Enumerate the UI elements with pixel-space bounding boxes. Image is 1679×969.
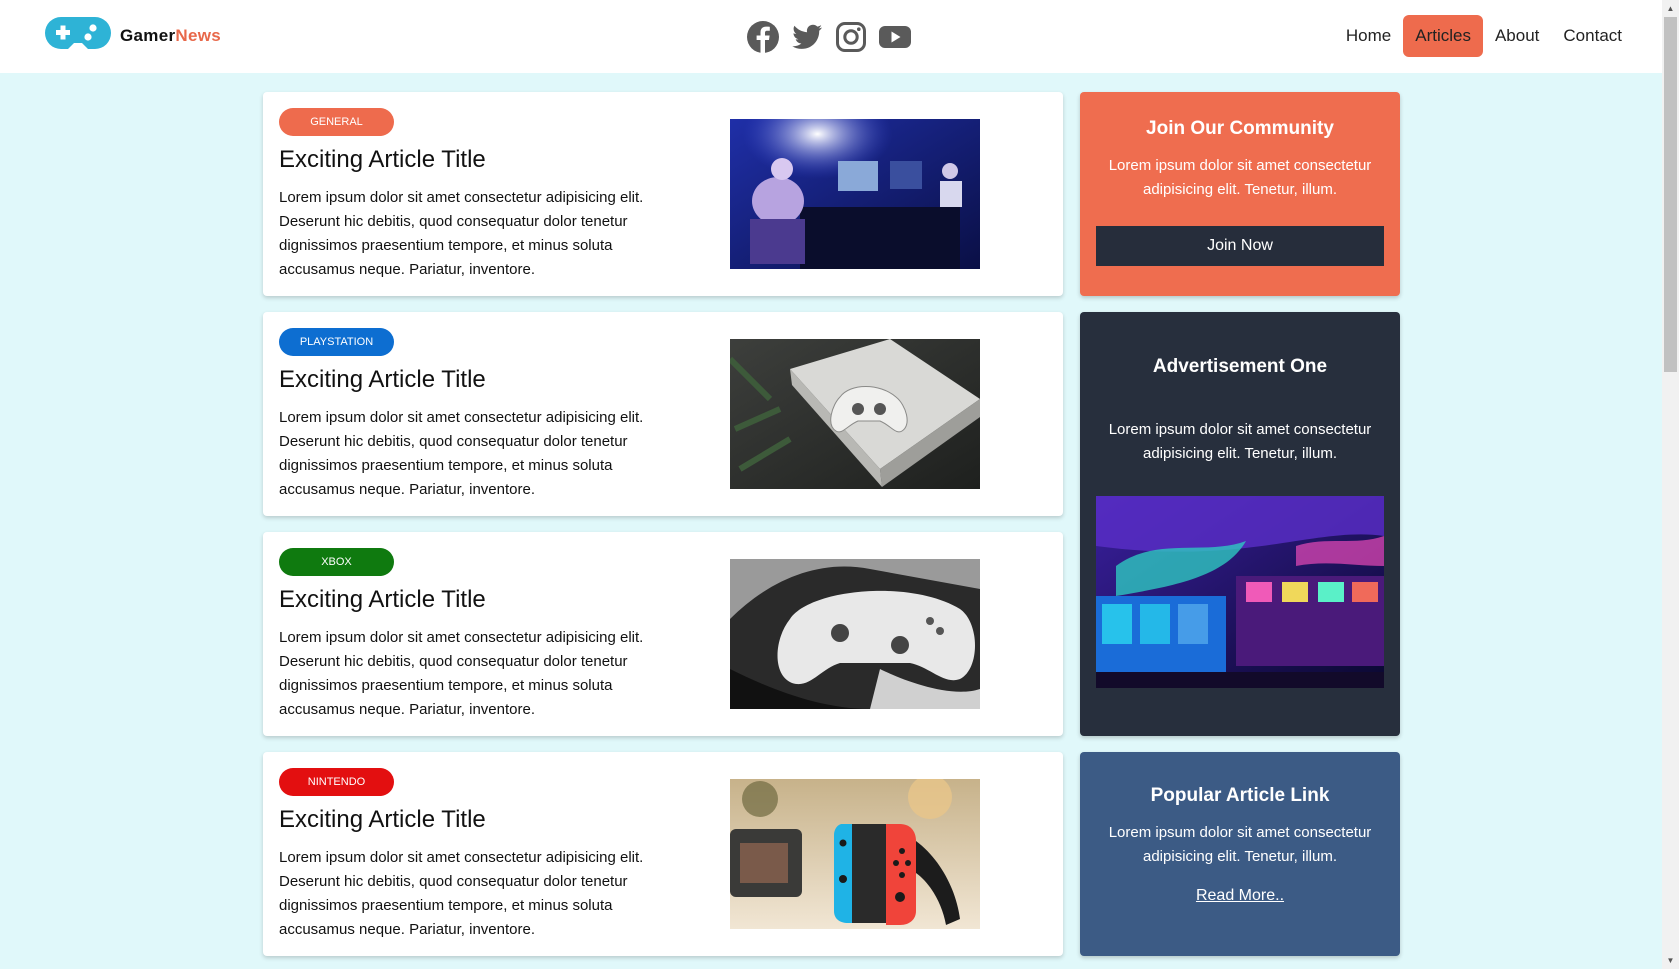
nav-about[interactable]: About <box>1483 15 1551 57</box>
main-nav: Home Articles About Contact <box>1334 15 1634 57</box>
twitter-icon[interactable] <box>790 20 824 54</box>
advertisement-image-arcade[interactable] <box>1096 496 1384 688</box>
article-image-playstation[interactable] <box>730 339 980 489</box>
read-more-link[interactable]: Read More.. <box>1196 887 1284 905</box>
category-badge[interactable]: General <box>279 108 394 136</box>
article-excerpt: Lorem ipsum dolor sit amet consectetur a… <box>279 409 644 498</box>
scrollbar-thumb[interactable] <box>1664 17 1677 372</box>
category-badge[interactable]: Nintendo <box>279 768 394 796</box>
article-card[interactable]: Playstation Exciting Article Title Lorem… <box>263 312 1063 516</box>
instagram-icon[interactable] <box>834 20 868 54</box>
article-excerpt: Lorem ipsum dolor sit amet consectetur a… <box>279 849 644 938</box>
article-card[interactable]: Nintendo Exciting Article Title Lorem ip… <box>263 752 1063 956</box>
community-card: Join Our Community Lorem ipsum dolor sit… <box>1080 92 1400 296</box>
nav-contact[interactable]: Contact <box>1551 15 1634 57</box>
scroll-up-arrow-icon[interactable]: ▲ <box>1662 0 1679 17</box>
article-title[interactable]: Exciting Article Title <box>279 366 486 394</box>
logo-text: GamerNews <box>120 26 221 46</box>
facebook-icon[interactable] <box>746 20 780 54</box>
article-list: General Exciting Article Title Lorem ips… <box>263 92 1063 969</box>
site-header: GamerNews Home Articles About Contact <box>0 0 1662 73</box>
nav-home[interactable]: Home <box>1334 15 1403 57</box>
site-logo[interactable]: GamerNews <box>44 16 221 55</box>
youtube-icon[interactable] <box>878 20 912 54</box>
article-image-esports[interactable] <box>730 119 980 269</box>
article-image-xbox[interactable] <box>730 559 980 709</box>
popular-article-text: Lorem ipsum dolor sit amet consectetur a… <box>1108 824 1372 865</box>
community-title: Join Our Community <box>1146 118 1334 139</box>
article-card[interactable]: Xbox Exciting Article Title Lorem ipsum … <box>263 532 1063 736</box>
popular-article-card: Popular Article Link Lorem ipsum dolor s… <box>1080 752 1400 956</box>
scroll-down-arrow-icon[interactable]: ▼ <box>1662 952 1679 969</box>
popular-article-title: Popular Article Link <box>1150 785 1330 806</box>
article-title[interactable]: Exciting Article Title <box>279 806 486 834</box>
sidebar: Join Our Community Lorem ipsum dolor sit… <box>1080 92 1400 969</box>
join-now-button[interactable]: Join Now <box>1096 226 1384 266</box>
logo-text-news: News <box>175 25 221 45</box>
article-image-nintendo-switch[interactable] <box>730 779 980 929</box>
nav-articles[interactable]: Articles <box>1403 15 1483 57</box>
community-text: Lorem ipsum dolor sit amet consectetur a… <box>1108 157 1372 198</box>
category-badge[interactable]: Xbox <box>279 548 394 576</box>
social-links <box>746 20 912 54</box>
category-badge[interactable]: Playstation <box>279 328 394 356</box>
article-excerpt: Lorem ipsum dolor sit amet consectetur a… <box>279 189 644 278</box>
article-title[interactable]: Exciting Article Title <box>279 586 486 614</box>
article-title[interactable]: Exciting Article Title <box>279 146 486 174</box>
article-excerpt: Lorem ipsum dolor sit amet consectetur a… <box>279 629 644 718</box>
advertisement-card: Advertisement One Lorem ipsum dolor sit … <box>1080 312 1400 736</box>
gamepad-icon <box>44 16 112 55</box>
advertisement-title: Advertisement One <box>1152 356 1328 377</box>
advertisement-text: Lorem ipsum dolor sit amet consectetur a… <box>1108 421 1372 462</box>
article-card[interactable]: General Exciting Article Title Lorem ips… <box>263 92 1063 296</box>
page-scrollbar[interactable]: ▲ ▼ <box>1662 0 1679 969</box>
logo-text-gamer: Gamer <box>120 25 176 45</box>
